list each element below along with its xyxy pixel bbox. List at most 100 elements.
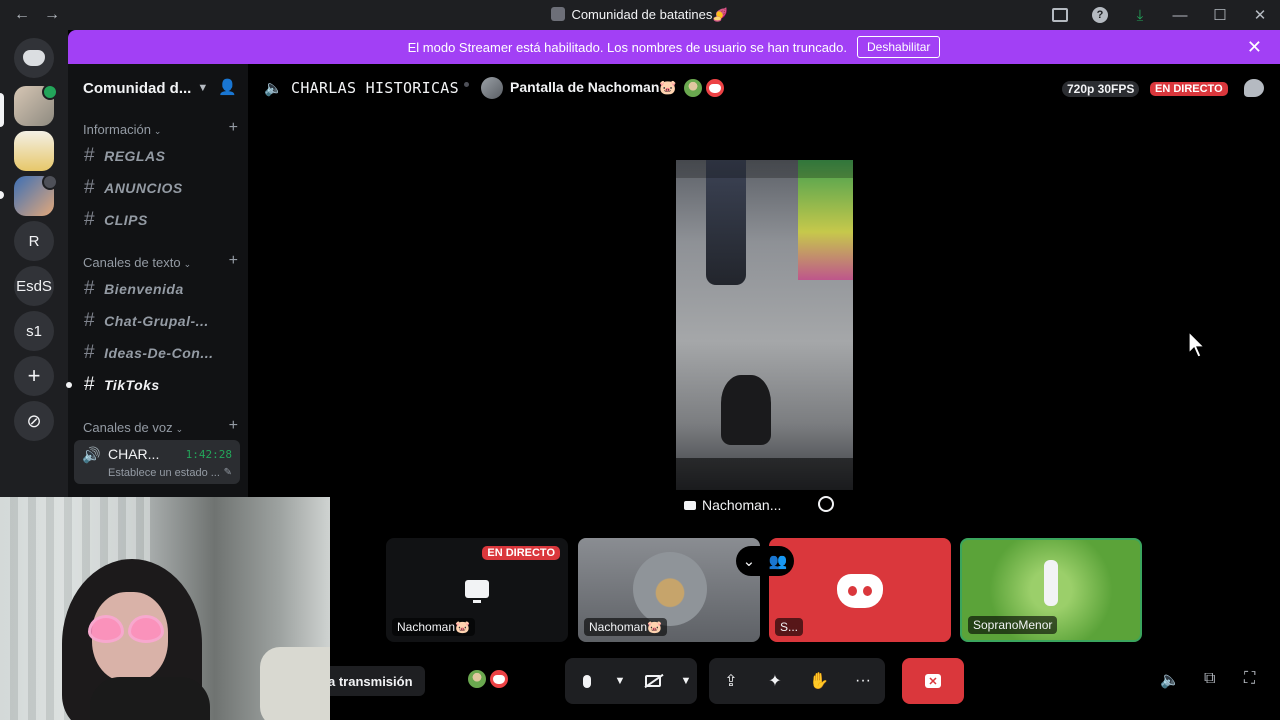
participant-name: S... <box>775 618 804 636</box>
channel-label: Bienvenida <box>104 281 184 297</box>
video-content <box>88 615 124 643</box>
hash-icon: # <box>84 145 96 166</box>
camera-off-icon <box>645 675 661 687</box>
chat-icon[interactable] <box>1244 79 1264 97</box>
channel-ideas[interactable]: # Ideas-De-Con... <box>84 339 213 367</box>
streamer-mode-banner: El modo Streamer está habilitado. Los no… <box>68 30 1280 64</box>
video-content <box>260 647 330 720</box>
video-content <box>676 458 853 490</box>
webcam-overlay <box>0 497 330 720</box>
transmission-button[interactable]: a transmisión <box>318 666 425 696</box>
chevron-down-icon[interactable]: ⌄ <box>743 552 756 570</box>
fullscreen-icon[interactable]: ⛶ <box>1244 670 1255 688</box>
group-icon[interactable]: 👥 <box>769 552 788 570</box>
maximize-button[interactable]: ☐ <box>1200 0 1240 30</box>
category-informacion[interactable]: Información ⌄ <box>83 122 161 137</box>
channel-bienvenida[interactable]: # Bienvenida <box>84 275 184 303</box>
invite-user-icon[interactable]: 👤 <box>218 78 237 96</box>
microphone-icon <box>583 674 591 688</box>
viewer-avatar[interactable] <box>682 77 704 99</box>
help-icon[interactable]: ? <box>1080 0 1120 30</box>
add-channel-icon[interactable]: + <box>229 119 238 137</box>
activities-icon[interactable]: ✦ <box>753 658 797 704</box>
channel-label: ANUNCIOS <box>104 180 183 196</box>
channel-chat-grupal[interactable]: # Chat-Grupal-... <box>84 307 209 335</box>
pencil-icon[interactable]: ✎ <box>224 467 232 478</box>
add-server-icon[interactable]: + <box>14 356 54 396</box>
microphone-button[interactable] <box>565 658 609 704</box>
chevron-down-icon: ▼ <box>197 82 209 94</box>
server-esds[interactable]: EsdS <box>14 266 54 306</box>
server-r[interactable]: R <box>14 221 54 261</box>
share-screen-button[interactable]: ⇪ <box>709 658 753 704</box>
channel-anuncios[interactable]: # ANUNCIOS <box>84 174 183 202</box>
participant-tile[interactable]: S... <box>769 538 951 642</box>
participant-tile[interactable]: Nachoman🐷 <box>578 538 760 642</box>
volume-icon[interactable]: 🔈 <box>1160 670 1180 690</box>
participant-tile[interactable]: EN DIRECTO Nachoman🐷 <box>386 538 568 642</box>
add-channel-icon[interactable]: + <box>229 417 238 435</box>
live-badge: EN DIRECTO <box>1150 82 1228 96</box>
speaker-icon: 🔈 <box>264 80 283 97</box>
participant-name: Nachoman🐷 <box>392 618 475 636</box>
soundboard-icon[interactable]: ✋ <box>797 658 841 704</box>
download-icon[interactable]: ⤓ <box>1120 0 1160 30</box>
channel-label: CLIPS <box>104 212 148 228</box>
close-window-button[interactable]: ✕ <box>1240 0 1280 30</box>
chevron-down-icon[interactable]: ▼ <box>609 658 631 704</box>
voice-channel-charlas[interactable]: 🔊 CHAR... 1:42:28 Establece un estado ..… <box>74 440 240 484</box>
server-avatar[interactable] <box>14 84 58 126</box>
video-content <box>128 615 164 643</box>
discord-home-icon[interactable] <box>14 38 54 78</box>
hash-icon: # <box>84 177 96 198</box>
viewer-avatar[interactable] <box>704 77 726 99</box>
server-s1[interactable]: s1 <box>14 311 54 351</box>
add-channel-icon[interactable]: + <box>229 252 238 270</box>
separator-dot <box>464 82 469 87</box>
channel-reglas[interactable]: # REGLAS <box>84 142 165 170</box>
leave-call-icon: ✕ <box>925 674 941 688</box>
camera-button[interactable] <box>631 658 675 704</box>
server-avatar[interactable] <box>14 174 58 216</box>
screen-share-video[interactable] <box>676 160 853 490</box>
server-avatar[interactable] <box>14 131 54 171</box>
pop-out-icon[interactable]: ⧉ <box>1204 670 1215 688</box>
explore-icon[interactable]: ⊘ <box>14 401 54 441</box>
call-header: 🔈 CHARLAS HISTORICAS Pantalla de Nachoman… <box>248 64 1280 112</box>
set-status[interactable]: Establece un estado ... <box>108 467 220 479</box>
participants-toggle[interactable]: ⌄ 👥 <box>736 546 794 576</box>
stream-name: Nachoman... <box>702 497 782 513</box>
live-badge: EN DIRECTO <box>482 546 560 560</box>
category-voz[interactable]: Canales de voz ⌄ <box>83 420 183 435</box>
category-texto[interactable]: Canales de texto ⌄ <box>83 255 191 270</box>
chevron-down-icon[interactable]: ▼ <box>675 658 697 704</box>
inbox-icon[interactable] <box>1040 0 1080 30</box>
server-name: Comunidad d... <box>83 79 192 97</box>
channel-clips[interactable]: # CLIPS <box>84 206 148 234</box>
activity-controls: ⇪ ✦ ✋ ··· <box>709 658 885 704</box>
channel-label: Chat-Grupal-... <box>104 313 209 329</box>
participant-name: Nachoman🐷 <box>584 618 667 636</box>
participant-tile[interactable]: SopranoMenor <box>960 538 1142 642</box>
channel-tiktoks[interactable]: # TikToks <box>84 371 160 399</box>
discord-logo-icon <box>837 574 883 608</box>
title-bar: ←→ Comunidad de batatines🍠 ? ⤓ — ☐ ✕ <box>0 0 1280 30</box>
viewer-avatar[interactable] <box>488 668 510 690</box>
call-controls: a transmisión ▼ ▼ ⇪ ✦ ✋ ··· ✕ 🔈 ⧉ ⛶ <box>248 654 1280 710</box>
server-label: EsdS <box>16 277 52 295</box>
close-banner-icon[interactable]: ✕ <box>1247 37 1262 58</box>
server-label: s1 <box>26 322 42 340</box>
monitor-icon <box>684 500 696 510</box>
server-header[interactable]: Comunidad d... ▼ 👤 <box>68 64 248 112</box>
disable-streamer-button[interactable]: Deshabilitar <box>857 36 941 58</box>
more-options-button[interactable]: ··· <box>841 658 885 704</box>
minimize-button[interactable]: — <box>1160 0 1200 30</box>
channel-label: REGLAS <box>104 148 166 164</box>
banner-message: El modo Streamer está habilitado. Los no… <box>407 39 847 55</box>
stream-quality-badge: 720p 30FPS <box>1062 81 1140 97</box>
hash-icon: # <box>84 209 96 230</box>
disconnect-button[interactable]: ✕ <box>902 658 964 704</box>
zoom-icon[interactable] <box>818 496 834 512</box>
speaker-icon: 🔊 <box>82 447 101 464</box>
viewer-avatar[interactable] <box>466 668 488 690</box>
